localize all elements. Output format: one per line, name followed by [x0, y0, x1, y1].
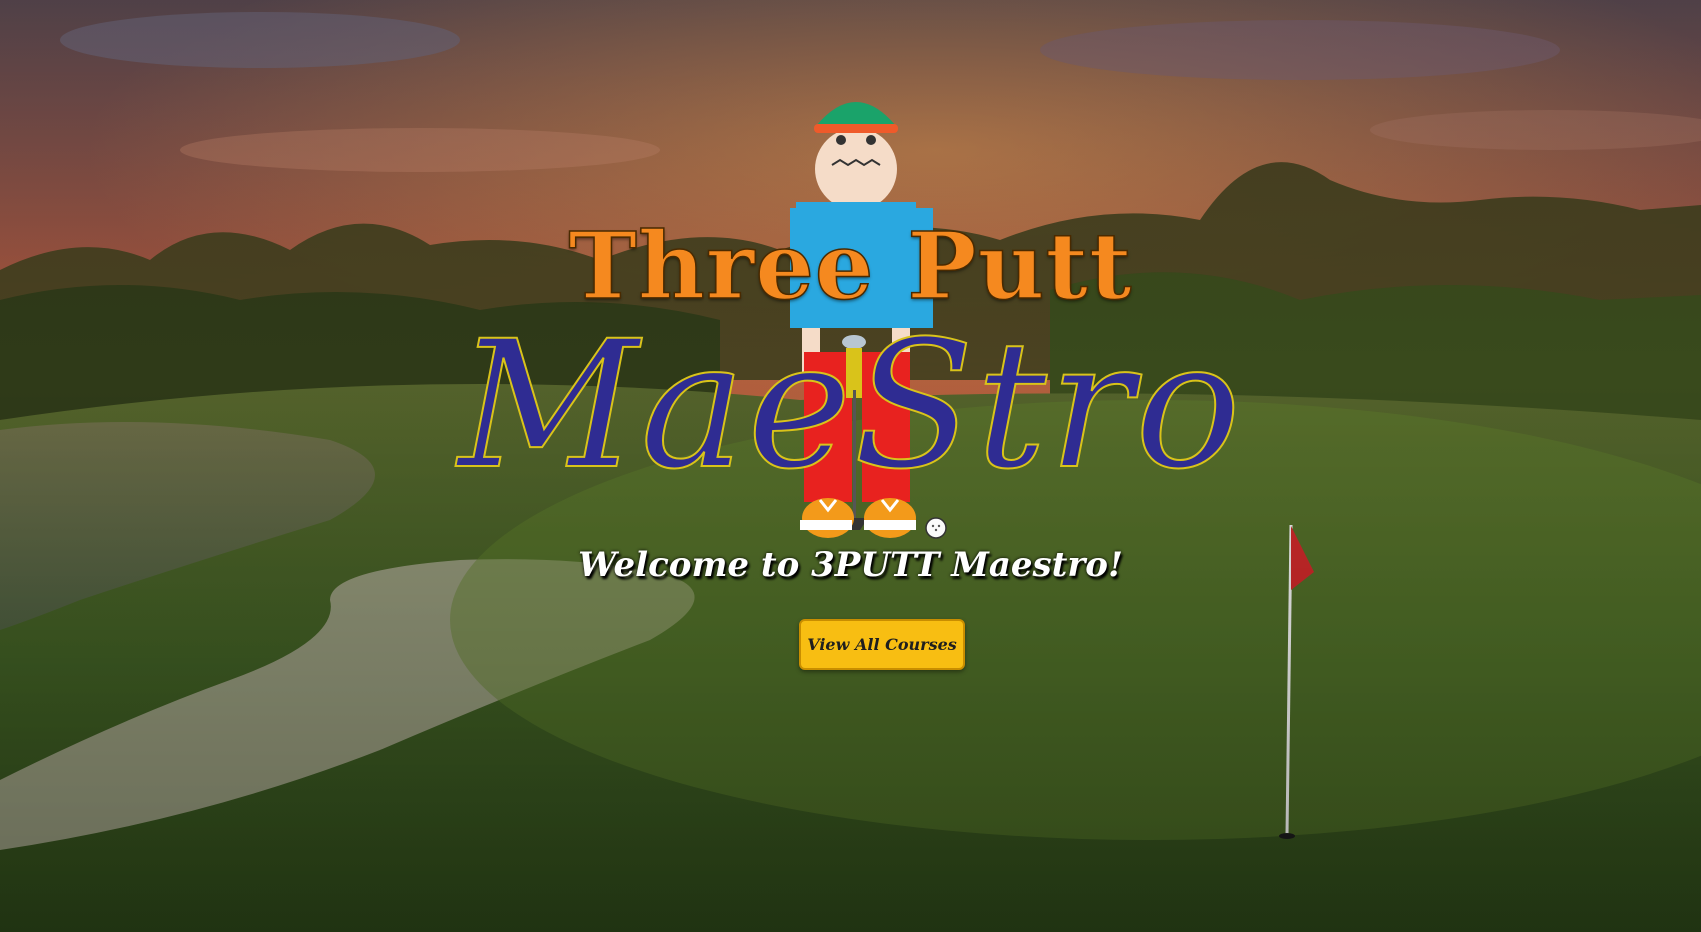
view-all-courses-button[interactable]: View All Courses [799, 619, 965, 670]
brand-title-script: MaeStro [457, 303, 1243, 508]
golf-ball-icon [925, 517, 947, 539]
welcome-heading: Welcome to 3PUTT Maestro! [578, 545, 1123, 585]
